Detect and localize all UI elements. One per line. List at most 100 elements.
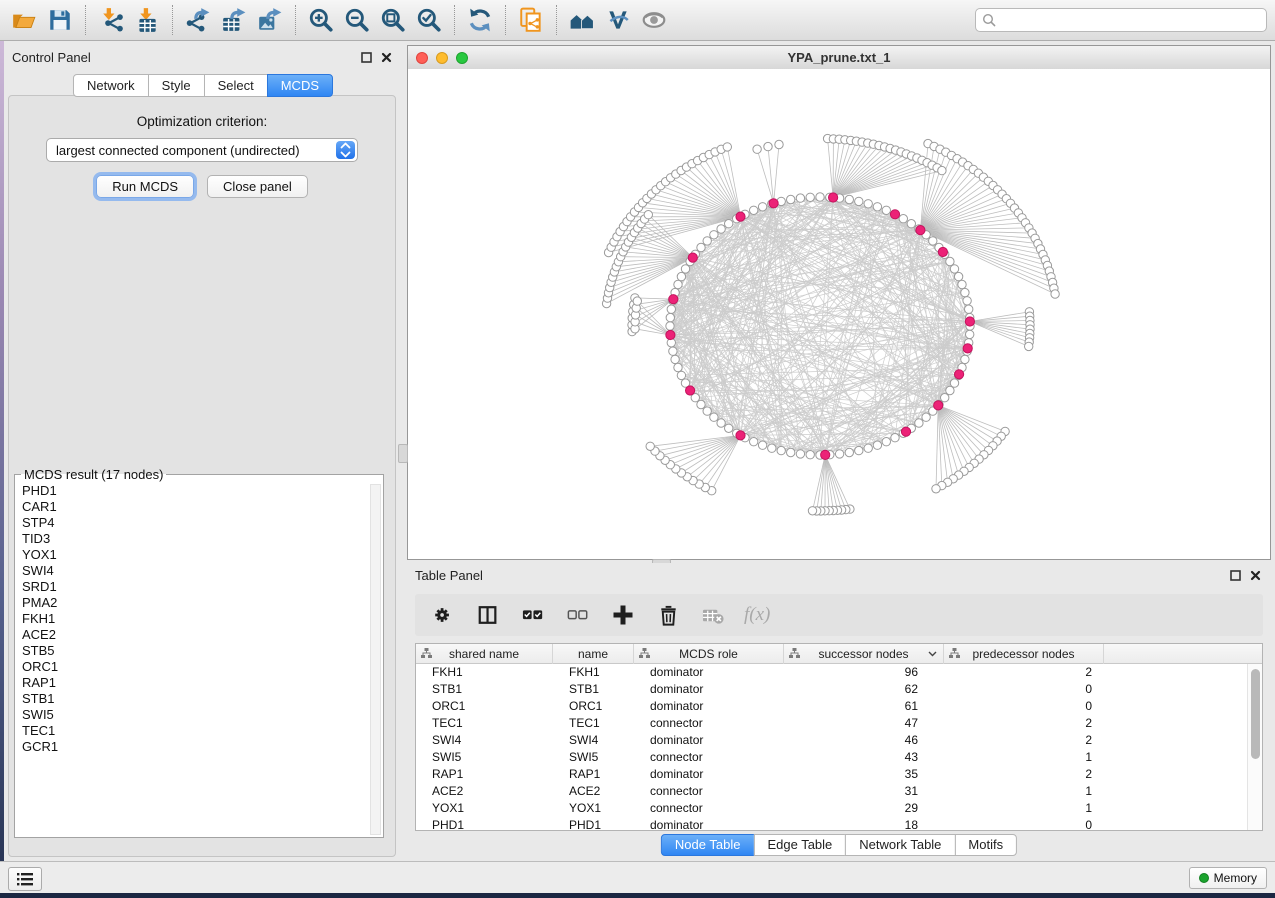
mcds-result-item[interactable]: GCR1 — [22, 739, 369, 755]
table-row[interactable]: STB1STB1dominator620 — [416, 681, 1247, 698]
mcds-result-item[interactable]: SWI5 — [22, 707, 369, 723]
cell-successor-nodes: 18 — [784, 817, 944, 830]
export-image-button[interactable] — [252, 3, 288, 37]
mcds-result-item[interactable]: ACE2 — [22, 627, 369, 643]
tab-select[interactable]: Select — [204, 74, 268, 97]
mcds-result-item[interactable]: STB1 — [22, 691, 369, 707]
mcds-result-item[interactable]: PHD1 — [22, 483, 369, 499]
open-file-icon — [11, 7, 37, 33]
export-network-button[interactable] — [180, 3, 216, 37]
mcds-result-list[interactable]: PHD1CAR1STP4TID3YOX1SWI4SRD1PMA2FKH1ACE2… — [15, 482, 369, 835]
run-mcds-button[interactable]: Run MCDS — [96, 175, 194, 198]
table-row[interactable]: SWI5SWI5connector431 — [416, 749, 1247, 766]
mcds-result-item[interactable]: FKH1 — [22, 611, 369, 627]
cell-MCDS-role: connector — [634, 783, 784, 800]
mcds-list-scrollbar[interactable] — [370, 484, 381, 835]
refresh-layout-icon — [467, 7, 493, 33]
mcds-result-item[interactable]: TEC1 — [22, 723, 369, 739]
table-panel: Table Panel f(x) shared namenameMCDS rol… — [407, 563, 1271, 861]
eye-button[interactable] — [636, 3, 672, 37]
column-header-shared-name[interactable]: shared name — [416, 644, 553, 664]
close-panel-icon[interactable] — [379, 50, 394, 65]
refresh-layout-button[interactable] — [462, 3, 498, 37]
vertical-splitter-grip[interactable] — [398, 444, 408, 463]
share-document-button[interactable] — [513, 3, 549, 37]
mcds-result-item[interactable]: SWI4 — [22, 563, 369, 579]
table-scrollbar[interactable] — [1247, 664, 1262, 830]
mcds-result-item[interactable]: YOX1 — [22, 547, 369, 563]
table-row[interactable]: RAP1RAP1dominator352 — [416, 766, 1247, 783]
import-table-button[interactable] — [129, 3, 165, 37]
search-input[interactable] — [1000, 10, 1266, 30]
mcds-result-item[interactable]: STB5 — [22, 643, 369, 659]
select-all-button[interactable] — [519, 600, 547, 630]
control-panel: Control Panel NetworkStyleSelectMCDS Opt… — [4, 45, 402, 861]
export-table-button[interactable] — [216, 3, 252, 37]
delete-column-button[interactable] — [654, 600, 682, 630]
task-history-button[interactable] — [8, 867, 42, 891]
column-header-predecessor-nodes[interactable]: predecessor nodes — [944, 644, 1104, 664]
float-panel-icon[interactable] — [359, 50, 374, 65]
mcds-result-item[interactable]: ORC1 — [22, 659, 369, 675]
network-canvas[interactable] — [408, 69, 1270, 559]
tab-node-table[interactable]: Node Table — [661, 834, 755, 856]
mcds-result-item[interactable]: TID3 — [22, 531, 369, 547]
vizmapper-button[interactable] — [600, 3, 636, 37]
cell-MCDS-role: connector — [634, 749, 784, 766]
delete-table-button[interactable] — [699, 600, 727, 630]
cell-successor-nodes: 47 — [784, 715, 944, 732]
memory-label: Memory — [1214, 871, 1257, 885]
table-row[interactable]: YOX1YOX1connector291 — [416, 800, 1247, 817]
table-row[interactable]: ORC1ORC1dominator610 — [416, 698, 1247, 715]
mcds-result-item[interactable]: STP4 — [22, 515, 369, 531]
network-window-titlebar[interactable]: YPA_prune.txt_1 — [408, 46, 1270, 70]
column-header-successor-nodes[interactable]: successor nodes — [784, 644, 944, 664]
mcds-result-item[interactable]: RAP1 — [22, 675, 369, 691]
toolbar-separator — [85, 5, 86, 35]
import-network-button[interactable] — [93, 3, 129, 37]
table-row[interactable]: TEC1TEC1connector472 — [416, 715, 1247, 732]
column-header-name[interactable]: name — [553, 644, 634, 664]
zoom-in-icon — [308, 7, 334, 33]
binoculars-button[interactable] — [564, 3, 600, 37]
application-window: Control Panel NetworkStyleSelectMCDS Opt… — [0, 0, 1275, 898]
mcds-result-item[interactable]: PMA2 — [22, 595, 369, 611]
mcds-result-item[interactable]: CAR1 — [22, 499, 369, 515]
search-box[interactable] — [975, 8, 1267, 32]
save-session-button[interactable] — [42, 3, 78, 37]
table-row[interactable]: SWI4SWI4dominator462 — [416, 732, 1247, 749]
close-panel-button[interactable]: Close panel — [207, 175, 308, 198]
tab-mcds[interactable]: MCDS — [267, 74, 333, 97]
zoom-fit-button[interactable] — [375, 3, 411, 37]
table-row[interactable]: PHD1PHD1dominator180 — [416, 817, 1247, 830]
cell-name: FKH1 — [553, 664, 634, 681]
optimization-criterion-select[interactable]: largest connected component (undirected) — [46, 138, 358, 162]
table-toolbar: f(x) — [415, 594, 1263, 636]
table-float-panel-icon[interactable] — [1228, 568, 1243, 583]
add-column-button[interactable] — [609, 600, 637, 630]
open-file-button[interactable] — [6, 3, 42, 37]
tab-network[interactable]: Network — [73, 74, 149, 97]
cell-successor-nodes: 43 — [784, 749, 944, 766]
table-row[interactable]: ACE2ACE2connector311 — [416, 783, 1247, 800]
tab-edge-table[interactable]: Edge Table — [753, 834, 846, 856]
toolbar-separator — [172, 5, 173, 35]
tab-motifs[interactable]: Motifs — [954, 834, 1017, 856]
tab-style[interactable]: Style — [148, 74, 205, 97]
deselect-all-button[interactable] — [564, 600, 592, 630]
function-builder-icon[interactable]: f(x) — [744, 604, 770, 626]
network-graph[interactable] — [408, 69, 1270, 559]
table-scrollbar-thumb[interactable] — [1251, 669, 1260, 759]
zoom-out-button[interactable] — [339, 3, 375, 37]
column-header-MCDS-role[interactable]: MCDS role — [634, 644, 784, 664]
cell-predecessor-nodes: 2 — [944, 732, 1104, 749]
zoom-selected-button[interactable] — [411, 3, 447, 37]
table-row[interactable]: FKH1FKH1dominator962 — [416, 664, 1247, 681]
tab-network-table[interactable]: Network Table — [845, 834, 955, 856]
mcds-result-item[interactable]: SRD1 — [22, 579, 369, 595]
split-view-button[interactable] — [474, 600, 502, 630]
settings-button[interactable] — [429, 600, 457, 630]
zoom-in-button[interactable] — [303, 3, 339, 37]
table-close-panel-icon[interactable] — [1248, 568, 1263, 583]
memory-button[interactable]: Memory — [1189, 867, 1267, 889]
